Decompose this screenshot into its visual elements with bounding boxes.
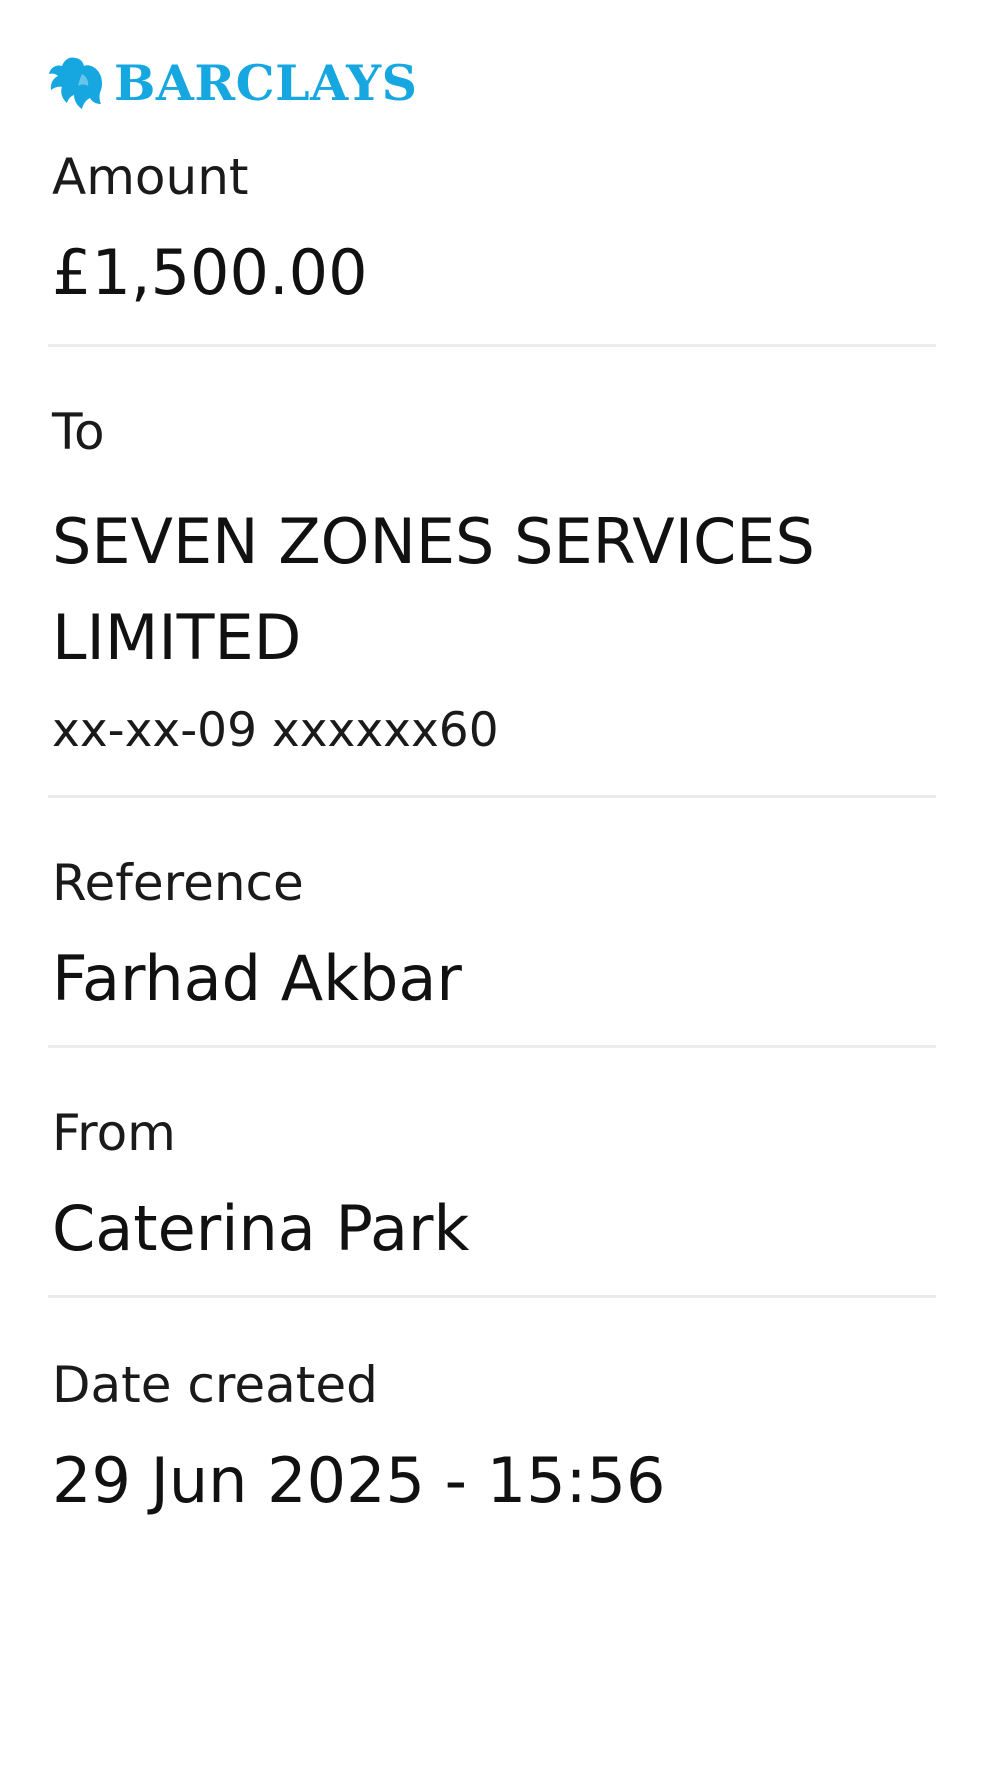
from-section: From Caterina Park <box>48 1048 936 1333</box>
payment-receipt-card: BARCLAYS Amount £1,500.00 To SEVEN ZONES… <box>0 0 984 1790</box>
barclays-logo: BARCLAYS <box>48 0 936 112</box>
to-label: To <box>52 403 105 461</box>
recipient-account: xx-xx-09 xxxxxx60 <box>52 703 499 758</box>
reference-value: Farhad Akbar <box>52 942 462 1015</box>
recipient-name-line1: SEVEN ZONES SERVICES <box>52 505 815 578</box>
from-value: Caterina Park <box>52 1192 470 1265</box>
brand-wordmark: BARCLAYS <box>114 53 418 112</box>
from-label: From <box>52 1104 176 1162</box>
reference-section: Reference Farhad Akbar <box>48 798 936 1083</box>
amount-label: Amount <box>52 148 249 206</box>
amount-value: £1,500.00 <box>52 236 368 309</box>
date-created-value: 29 Jun 2025 - 15:56 <box>52 1444 666 1517</box>
eagle-icon <box>49 57 102 109</box>
reference-label: Reference <box>52 854 304 912</box>
date-created-section: Date created 29 Jun 2025 - 15:56 <box>48 1298 936 1558</box>
date-created-label: Date created <box>52 1356 378 1414</box>
to-section: To SEVEN ZONES SERVICES LIMITED xx-xx-09… <box>48 347 936 855</box>
recipient-name-line2: LIMITED <box>52 601 302 674</box>
